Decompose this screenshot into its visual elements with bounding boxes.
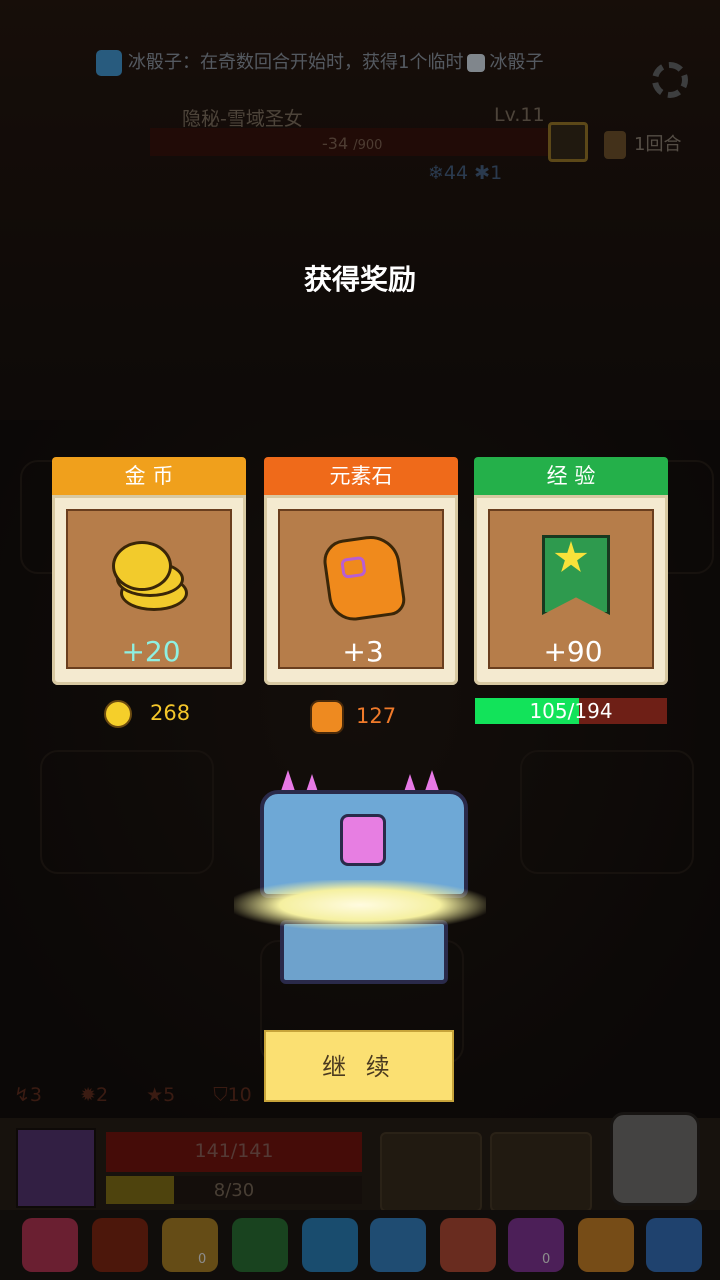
xp-bar: 105/194 — [475, 698, 667, 724]
reward-card-stone: 元素石 +3 — [264, 457, 458, 685]
card-head-gold: 金 币 — [52, 457, 246, 495]
stone-icon — [310, 700, 344, 734]
chest-lock-icon — [340, 814, 386, 866]
card-head-exp: 经 验 — [474, 457, 668, 495]
reward-card-exp: 经 验 +90 — [474, 457, 668, 685]
stone-amount: +3 — [342, 635, 384, 668]
card-head-stone: 元素石 — [264, 457, 458, 495]
gold-coins-icon — [110, 535, 188, 611]
treasure-chest[interactable] — [234, 770, 486, 984]
exp-flag-icon — [542, 535, 610, 615]
xp-text: 105/194 — [529, 699, 613, 723]
gold-total: 268 — [104, 700, 190, 728]
chest-glow — [234, 880, 486, 930]
reward-card-gold: 金 币 +20 — [52, 457, 246, 685]
reward-title: 获得奖励 — [303, 263, 416, 296]
exp-amount: +90 — [543, 635, 603, 668]
continue-button[interactable]: 继 续 — [264, 1030, 454, 1102]
stone-total: 127 — [310, 700, 396, 734]
gold-amount: +20 — [121, 635, 181, 668]
coin-icon — [104, 700, 132, 728]
element-stone-icon — [320, 532, 408, 624]
